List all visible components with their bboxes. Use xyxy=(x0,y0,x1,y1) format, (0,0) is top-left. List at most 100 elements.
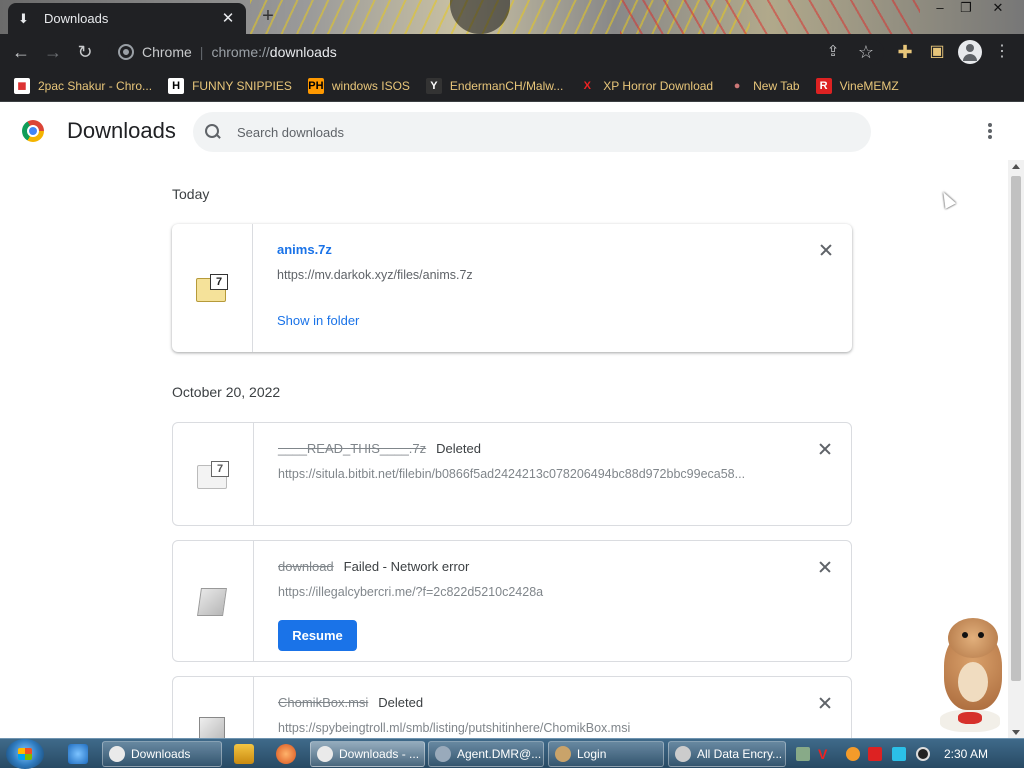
tab-downloads[interactable]: ⬇ Downloads ✕ xyxy=(8,3,246,34)
page-header: Downloads xyxy=(0,103,1024,159)
download-item: 7 anims.7z https://mv.darkok.xyz/files/ani… xyxy=(172,224,852,352)
chrome-app-icon xyxy=(109,746,125,762)
taskbar-button-label: All Data Encry... xyxy=(697,747,783,761)
scheme-label: Chrome xyxy=(142,44,192,60)
download-source-url[interactable]: https://spybeingtroll.ml/smb/listing/put… xyxy=(278,721,788,735)
hamster-belly xyxy=(958,662,988,702)
filename-text: ChomikBox.msi xyxy=(278,695,369,710)
minimize-button[interactable]: – xyxy=(928,0,952,18)
7z-archive-icon: 7 xyxy=(196,274,228,302)
date-heading: Today xyxy=(172,186,210,202)
address-bar[interactable]: Chrome | chrome:// downloads xyxy=(108,39,884,65)
bookmark-item[interactable]: X XP Horror Download xyxy=(579,78,714,94)
remove-from-list-icon[interactable] xyxy=(817,441,833,457)
bookmark-item[interactable]: H FUNNY SNIPPIES xyxy=(168,77,292,94)
scrollbar[interactable] xyxy=(1008,160,1024,739)
file-icon-column xyxy=(173,541,254,661)
bookmark-label: windows ISOS xyxy=(331,78,410,93)
back-icon[interactable]: ← xyxy=(10,41,32,63)
paint-icon[interactable] xyxy=(276,744,296,764)
bookmark-favicon-icon: ◼ xyxy=(14,77,30,94)
download-source-url[interactable]: https://situla.bitbit.net/filebin/b0866f… xyxy=(278,467,788,481)
scrollbar-thumb[interactable] xyxy=(1011,176,1021,681)
wallpaper-scribble xyxy=(620,0,920,34)
bookmark-label: New Tab xyxy=(753,78,800,93)
internet-explorer-icon[interactable] xyxy=(68,744,88,764)
star-icon[interactable]: ☆ xyxy=(855,41,877,63)
search-icon xyxy=(205,124,221,140)
bookmark-label: XP Horror Download xyxy=(603,78,714,93)
tab-title: Downloads xyxy=(44,11,109,26)
remove-from-list-icon[interactable] xyxy=(818,242,834,258)
window-close-button[interactable]: ✕ xyxy=(986,0,1010,18)
clock[interactable]: 2:30 AM xyxy=(944,747,988,761)
new-tab-button[interactable]: + xyxy=(258,6,278,27)
bookmark-item[interactable]: ◼ 2pac Shakur - Chro... xyxy=(14,77,152,94)
msi-installer-icon xyxy=(197,715,229,739)
taskbar-button-label: Login xyxy=(577,747,607,761)
desktop-pet-hamster[interactable] xyxy=(930,618,1010,736)
taskbar: Downloads Downloads - ... Agent.DMR@... Log… xyxy=(0,738,1024,769)
scroll-down-arrow-icon[interactable] xyxy=(1012,730,1020,735)
hamster-toy xyxy=(958,712,982,724)
chrome-app-icon xyxy=(317,746,333,762)
tray-app-icon[interactable] xyxy=(796,747,810,761)
scroll-up-arrow-icon[interactable] xyxy=(1012,164,1020,169)
search-downloads[interactable] xyxy=(193,112,871,152)
filename-text: anims.7z xyxy=(277,242,332,257)
bookmark-item[interactable]: ● New Tab xyxy=(729,78,800,94)
bookmarks-bar: ◼ 2pac Shakur - Chro... H FUNNY SNIPPIES PH w… xyxy=(0,70,1024,102)
taskbar-button[interactable]: All Data Encry... xyxy=(668,741,786,767)
search-input[interactable] xyxy=(237,124,837,140)
bookmark-favicon-icon: Y xyxy=(425,77,442,94)
remove-from-list-icon[interactable] xyxy=(817,695,833,711)
resume-button[interactable]: Resume xyxy=(278,620,357,651)
hamster-eye xyxy=(978,632,984,638)
start-button[interactable] xyxy=(6,739,44,769)
tray-volume-icon[interactable] xyxy=(916,747,930,761)
download-source-url[interactable]: https://mv.darkok.xyz/files/anims.7z xyxy=(277,268,787,282)
file-icon-column xyxy=(173,677,254,739)
download-item: 7 ____READ_THIS____.7z Deleted https://situ… xyxy=(172,422,852,526)
tray-monitor-icon[interactable] xyxy=(892,747,906,761)
bookmark-item[interactable]: R VineMEMZ xyxy=(815,77,899,94)
remove-from-list-icon[interactable] xyxy=(817,559,833,575)
menu-icon[interactable]: ⋮ xyxy=(991,41,1013,63)
chrome-logo-icon xyxy=(22,120,44,142)
tray-flag-icon[interactable] xyxy=(868,747,882,761)
url-host: downloads xyxy=(269,44,337,60)
tray-search-icon[interactable] xyxy=(846,747,860,761)
download-status: Failed - Network error xyxy=(343,559,470,574)
download-status: Deleted xyxy=(378,695,424,710)
profile-icon[interactable] xyxy=(958,40,982,64)
download-filename[interactable]: anims.7z xyxy=(277,242,332,257)
tray-v-icon[interactable]: V xyxy=(818,747,832,761)
bookmark-item[interactable]: PH windows ISOS xyxy=(307,77,410,94)
restore-button[interactable]: ❐ xyxy=(954,0,978,18)
more-actions-icon[interactable] xyxy=(980,121,1000,141)
taskbar-button[interactable]: Downloads - ... xyxy=(310,741,425,767)
bookmark-favicon-icon: X xyxy=(583,79,591,92)
download-icon: ⬇ xyxy=(18,10,29,26)
media-player-icon[interactable] xyxy=(234,744,254,764)
filename-text: ____READ_THIS____.7z xyxy=(278,441,427,456)
taskbar-button-label: Agent.DMR@... xyxy=(457,747,542,761)
extensions-icon[interactable]: ✚ xyxy=(894,41,916,63)
taskbar-button[interactable]: Agent.DMR@... xyxy=(428,741,544,767)
download-source-url[interactable]: https://illegalcybercri.me/?f=2c822d5210… xyxy=(278,585,788,599)
tab-close-icon[interactable]: ✕ xyxy=(220,10,236,27)
bookmark-label: FUNNY SNIPPIES xyxy=(192,78,292,93)
mouse-cursor-icon xyxy=(937,189,957,209)
share-icon[interactable]: ⇪ xyxy=(822,41,844,63)
reload-icon[interactable]: ↻ xyxy=(74,41,96,63)
forward-icon[interactable]: → xyxy=(42,41,64,63)
sidepanel-icon[interactable]: ▣ xyxy=(926,41,948,63)
taskbar-button[interactable]: Login xyxy=(548,741,664,767)
date-heading: October 20, 2022 xyxy=(172,384,281,400)
taskbar-button[interactable]: Downloads xyxy=(102,741,222,767)
bookmark-label: EndermanCH/Malw... xyxy=(449,78,564,93)
bookmark-item[interactable]: Y EndermanCH/Malw... xyxy=(425,77,564,94)
7z-archive-icon: 7 xyxy=(197,461,229,489)
show-in-folder-link[interactable]: Show in folder xyxy=(277,313,359,328)
download-status: Deleted xyxy=(436,441,481,456)
